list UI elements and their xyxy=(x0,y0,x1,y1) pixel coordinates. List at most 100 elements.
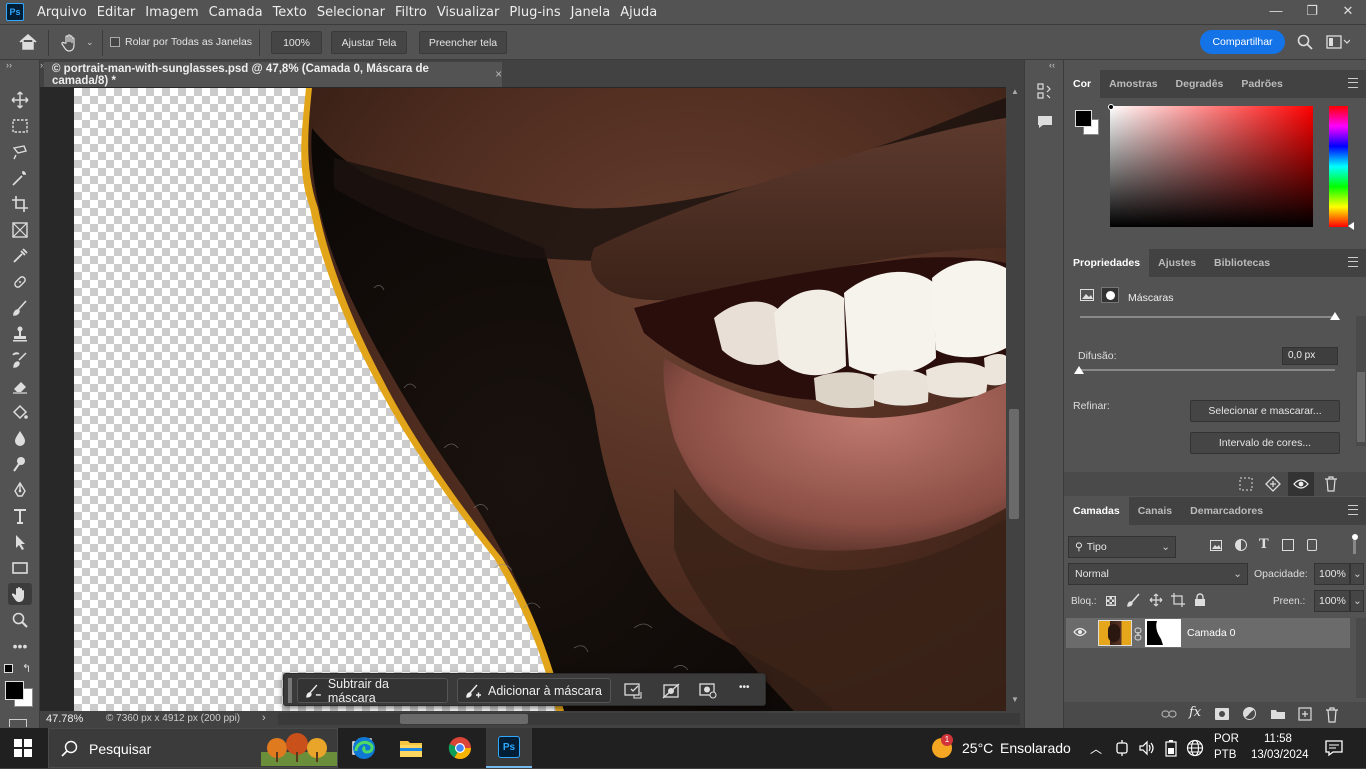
lasso-tool-icon[interactable] xyxy=(8,141,32,163)
layer-name[interactable]: Camada 0 xyxy=(1187,627,1235,639)
panel-menu-icon[interactable] xyxy=(1348,78,1358,88)
clock-date[interactable]: 13/03/2024 xyxy=(1251,749,1309,761)
windows-start-icon[interactable] xyxy=(0,728,46,768)
filter-shape-icon[interactable] xyxy=(1282,539,1294,551)
layer-mask-thumbnail[interactable] xyxy=(1145,619,1181,647)
menu-plugins[interactable]: Plug-ins xyxy=(504,5,565,20)
density-slider-thumb[interactable] xyxy=(1330,312,1340,320)
status-arrow-icon[interactable]: › xyxy=(262,712,266,724)
disable-mask-icon[interactable] xyxy=(662,683,680,702)
chrome-browser-icon[interactable] xyxy=(437,728,483,768)
opacity-input[interactable]: 100% xyxy=(1314,563,1350,585)
tab-camadas[interactable]: Camadas xyxy=(1064,497,1129,525)
menu-selecionar[interactable]: Selecionar xyxy=(312,5,390,20)
color-field[interactable] xyxy=(1108,104,1313,227)
menu-imagem[interactable]: Imagem xyxy=(140,5,203,20)
canvas-area[interactable] xyxy=(40,87,1024,711)
layer-row[interactable]: Camada 0 xyxy=(1066,618,1350,648)
tab-amostras[interactable]: Amostras xyxy=(1100,70,1166,98)
vertical-scrollbar[interactable]: ▲ ▼ xyxy=(1006,87,1024,711)
taskbar-search-box[interactable]: Pesquisar xyxy=(48,728,338,768)
vertical-scroll-thumb[interactable] xyxy=(1009,409,1019,519)
hidden-icons-chevron-icon[interactable]: ︿ xyxy=(1090,740,1102,757)
layer-effects-icon[interactable]: fx xyxy=(1189,705,1201,720)
blur-tool-icon[interactable] xyxy=(8,427,32,449)
link-layers-icon[interactable] xyxy=(1161,708,1177,723)
photoshop-logo[interactable]: Ps xyxy=(6,3,24,21)
lock-transparent-icon[interactable] xyxy=(1106,596,1116,606)
brush-tool-icon[interactable] xyxy=(8,297,32,319)
more-tools-icon[interactable]: ••• xyxy=(8,635,32,657)
tab-degrades[interactable]: Degradês xyxy=(1167,70,1233,98)
quick-mask-icon[interactable] xyxy=(9,719,27,727)
lock-position-icon[interactable] xyxy=(1149,593,1163,610)
close-button[interactable]: ✕ xyxy=(1330,0,1366,24)
paint-bucket-icon[interactable] xyxy=(8,401,32,423)
notifications-icon[interactable] xyxy=(1325,739,1343,760)
battery-icon[interactable] xyxy=(1163,739,1179,760)
filter-adjustment-icon[interactable] xyxy=(1235,539,1247,551)
close-tab-icon[interactable]: × xyxy=(495,69,502,81)
panel-menu-icon[interactable] xyxy=(1348,505,1358,515)
add-to-mask-button[interactable]: Adicionar à máscara xyxy=(457,678,611,703)
marquee-tool-icon[interactable] xyxy=(8,115,32,137)
color-range-button[interactable]: Intervalo de cores... xyxy=(1190,432,1340,454)
drag-handle-icon[interactable] xyxy=(288,678,292,703)
eraser-icon[interactable] xyxy=(8,375,32,397)
more-options-icon[interactable]: ••• xyxy=(739,682,750,693)
language-globe-icon[interactable] xyxy=(1186,739,1204,760)
panel-foreground-swatch[interactable] xyxy=(1075,110,1092,127)
panel-menu-icon[interactable] xyxy=(1348,257,1358,267)
history-brush-icon[interactable] xyxy=(8,349,32,371)
expand-panels-icon[interactable]: ‹‹ xyxy=(1049,60,1055,70)
horizontal-scroll-track[interactable] xyxy=(278,713,1020,725)
lock-all-icon[interactable] xyxy=(1194,593,1206,610)
load-selection-icon[interactable] xyxy=(1239,477,1253,494)
weather-temperature[interactable]: 25°C xyxy=(962,740,993,756)
toggle-mask-eye-icon[interactable] xyxy=(1288,472,1314,496)
photoshop-taskbar-icon[interactable]: Ps xyxy=(486,728,532,768)
fit-screen-button[interactable]: Ajustar Tela xyxy=(331,31,407,54)
apply-mask-icon[interactable] xyxy=(624,683,642,702)
pen-tool-icon[interactable] xyxy=(8,479,32,501)
input-language-bottom[interactable]: PTB xyxy=(1214,749,1236,761)
network-status-icon[interactable] xyxy=(1114,739,1130,760)
input-language-top[interactable]: POR xyxy=(1214,733,1239,745)
home-icon[interactable] xyxy=(18,33,38,54)
feather-slider[interactable] xyxy=(1078,369,1335,371)
select-and-mask-button[interactable]: Selecionar e mascarar... xyxy=(1190,400,1340,422)
tab-ajustes[interactable]: Ajustes xyxy=(1149,249,1205,277)
tab-padroes[interactable]: Padrões xyxy=(1232,70,1291,98)
zoom-100-button[interactable]: 100% xyxy=(271,31,322,54)
mask-link-icon[interactable] xyxy=(1134,627,1142,644)
hue-slider[interactable] xyxy=(1329,106,1348,227)
magic-wand-icon[interactable] xyxy=(8,167,32,189)
menu-visualizar[interactable]: Visualizar xyxy=(432,5,505,20)
menu-editar[interactable]: Editar xyxy=(92,5,141,20)
type-tool-icon[interactable] xyxy=(8,505,32,527)
menu-filtro[interactable]: Filtro xyxy=(390,5,432,20)
vector-mask-icon[interactable] xyxy=(1101,287,1119,303)
foreground-color-swatch[interactable] xyxy=(5,681,24,700)
apply-mask-footer-icon[interactable] xyxy=(1265,476,1281,495)
pixel-mask-icon[interactable] xyxy=(1080,289,1094,304)
tab-demarcadores[interactable]: Demarcadores xyxy=(1181,497,1272,525)
density-slider[interactable] xyxy=(1080,316,1335,318)
tab-cor[interactable]: Cor xyxy=(1064,70,1101,98)
dodge-tool-icon[interactable] xyxy=(8,453,32,475)
scroll-up-icon[interactable]: ▲ xyxy=(1011,87,1019,96)
healing-brush-icon[interactable] xyxy=(8,271,32,293)
tab-document[interactable]: © portrait-man-with-sunglasses.psd @ 47,… xyxy=(44,62,502,87)
document-canvas[interactable] xyxy=(74,88,1006,711)
zoom-level[interactable]: 47.78% xyxy=(46,713,83,725)
minimize-button[interactable]: — xyxy=(1258,0,1294,24)
lock-artboard-icon[interactable] xyxy=(1171,593,1185,610)
crop-tool-icon[interactable] xyxy=(8,193,32,215)
tab-bibliotecas[interactable]: Bibliotecas xyxy=(1205,249,1279,277)
feather-input[interactable]: 0,0 px xyxy=(1282,347,1338,365)
properties-scroll-thumb[interactable] xyxy=(1357,372,1365,442)
feather-slider-thumb[interactable] xyxy=(1074,366,1084,374)
fill-screen-button[interactable]: Preencher tela xyxy=(419,31,507,54)
filter-toggle[interactable] xyxy=(1352,534,1360,556)
move-tool-icon[interactable] xyxy=(8,89,32,111)
